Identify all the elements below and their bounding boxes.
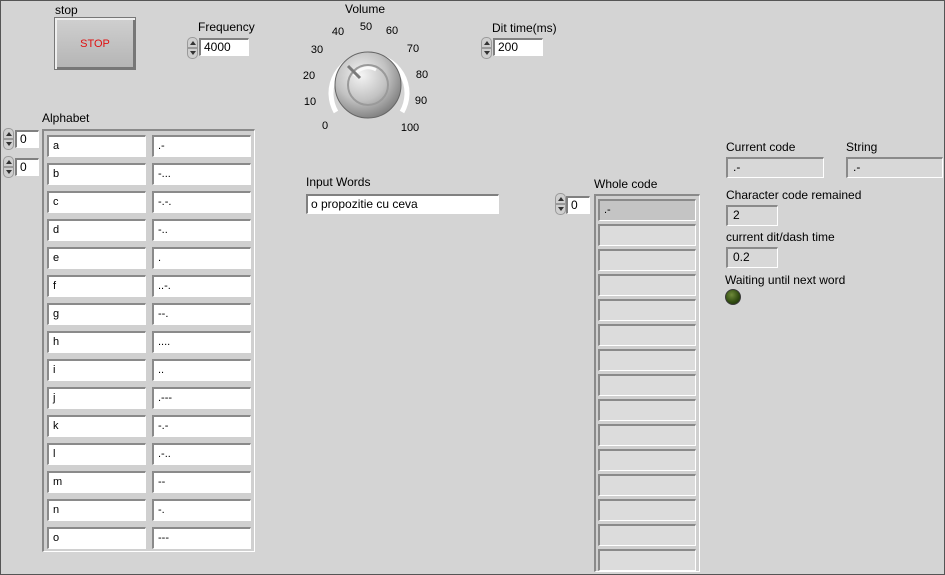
whole-code-cell <box>598 324 696 346</box>
alphabet-code-cell[interactable]: ..-. <box>152 275 251 297</box>
decrement-icon[interactable] <box>3 139 14 150</box>
whole-code-index[interactable]: 0 <box>566 196 590 214</box>
alphabet-letter-cell[interactable]: f <box>47 275 146 297</box>
whole-code-cell <box>598 374 696 396</box>
alphabet-letter-cell[interactable]: l <box>47 443 146 465</box>
alphabet-letter-cell[interactable]: n <box>47 499 146 521</box>
alphabet-letter-cell[interactable]: c <box>47 191 146 213</box>
current-code-indicator: .- <box>726 157 824 178</box>
alphabet-code-cell[interactable]: .-.. <box>152 443 251 465</box>
dit-time-input[interactable]: 200 <box>493 38 543 56</box>
volume-tick: 10 <box>303 96 317 108</box>
volume-tick: 60 <box>385 25 399 37</box>
volume-tick: 40 <box>331 26 345 38</box>
dit-dash-time-indicator: 0.2 <box>726 247 778 268</box>
alphabet-letter-cell[interactable]: g <box>47 303 146 325</box>
alphabet-col-index[interactable]: 0 <box>15 158 39 176</box>
waiting-label: Waiting until next word <box>725 273 846 287</box>
string-indicator: .- <box>846 157 943 178</box>
frequency-input[interactable]: 4000 <box>199 38 249 56</box>
alphabet-letter-cell[interactable]: d <box>47 219 146 241</box>
whole-code-cell: .- <box>598 199 696 221</box>
whole-code-cell <box>598 449 696 471</box>
increment-icon[interactable] <box>3 156 14 167</box>
stop-button[interactable]: STOP <box>54 17 136 70</box>
alphabet-code-cell[interactable]: --- <box>152 527 251 549</box>
whole-code-cell <box>598 424 696 446</box>
char-code-remained-indicator: 2 <box>726 205 778 226</box>
decrement-icon[interactable] <box>187 48 198 59</box>
whole-code-cell <box>598 474 696 496</box>
alphabet-col-index-spinner[interactable] <box>3 156 14 178</box>
alphabet-letter-cell[interactable]: e <box>47 247 146 269</box>
whole-code-cell <box>598 524 696 546</box>
whole-code-cell <box>598 274 696 296</box>
frequency-spinner[interactable] <box>187 37 198 59</box>
current-code-label: Current code <box>726 140 796 154</box>
stop-label: stop <box>55 3 78 17</box>
alphabet-code-cell[interactable]: -. <box>152 499 251 521</box>
alphabet-code-cell[interactable]: -.-. <box>152 191 251 213</box>
alphabet-code-cell[interactable]: .... <box>152 331 251 353</box>
volume-label: Volume <box>345 2 386 16</box>
whole-code-cell <box>598 224 696 246</box>
alphabet-code-cell[interactable]: .--- <box>152 387 251 409</box>
decrement-icon[interactable] <box>3 167 14 178</box>
alphabet-code-cell[interactable]: .. <box>152 359 251 381</box>
whole-code-cell <box>598 249 696 271</box>
alphabet-code-cell[interactable]: . <box>152 247 251 269</box>
alphabet-code-cell[interactable]: .- <box>152 135 251 157</box>
alphabet-label: Alphabet <box>42 111 90 125</box>
alphabet-code-cell[interactable]: -- <box>152 471 251 493</box>
decrement-icon[interactable] <box>555 204 566 215</box>
input-words-label: Input Words <box>306 175 371 189</box>
increment-icon[interactable] <box>555 193 566 204</box>
increment-icon[interactable] <box>481 37 492 48</box>
alphabet-letter-cell[interactable]: h <box>47 331 146 353</box>
alphabet-code-cell[interactable]: -.. <box>152 219 251 241</box>
char-code-remained-label: Character code remained <box>726 188 862 202</box>
alphabet-letter-cell[interactable]: a <box>47 135 146 157</box>
whole-code-cell <box>598 399 696 421</box>
alphabet-letter-cell[interactable]: o <box>47 527 146 549</box>
input-words-field[interactable]: o propozitie cu ceva <box>306 194 499 214</box>
volume-tick: 50 <box>359 21 373 33</box>
whole-code-cell <box>598 299 696 321</box>
alphabet-code-cell[interactable]: -... <box>152 163 251 185</box>
decrement-icon[interactable] <box>481 48 492 59</box>
string-label: String <box>846 140 878 154</box>
increment-icon[interactable] <box>3 128 14 139</box>
alphabet-row-index-spinner[interactable] <box>3 128 14 150</box>
waiting-led-indicator <box>725 289 741 305</box>
whole-code-cell <box>598 499 696 521</box>
volume-tick: 20 <box>302 70 316 82</box>
dit-time-label: Dit time(ms) <box>492 21 557 35</box>
alphabet-code-cell[interactable]: -.- <box>152 415 251 437</box>
whole-code-label: Whole code <box>594 177 658 191</box>
whole-code-cell <box>598 349 696 371</box>
volume-knob[interactable] <box>318 40 418 140</box>
alphabet-letter-cell[interactable]: j <box>47 387 146 409</box>
alphabet-letter-cell[interactable]: m <box>47 471 146 493</box>
increment-icon[interactable] <box>187 37 198 48</box>
alphabet-code-cell[interactable]: --. <box>152 303 251 325</box>
whole-code-cell <box>598 549 696 571</box>
alphabet-row-index[interactable]: 0 <box>15 130 39 148</box>
dit-time-spinner[interactable] <box>481 37 492 59</box>
alphabet-letter-cell[interactable]: b <box>47 163 146 185</box>
alphabet-letter-cell[interactable]: i <box>47 359 146 381</box>
whole-code-index-spinner[interactable] <box>555 193 566 215</box>
alphabet-letter-cell[interactable]: k <box>47 415 146 437</box>
frequency-label: Frequency <box>198 20 255 34</box>
dit-dash-time-label: current dit/dash time <box>726 230 835 244</box>
